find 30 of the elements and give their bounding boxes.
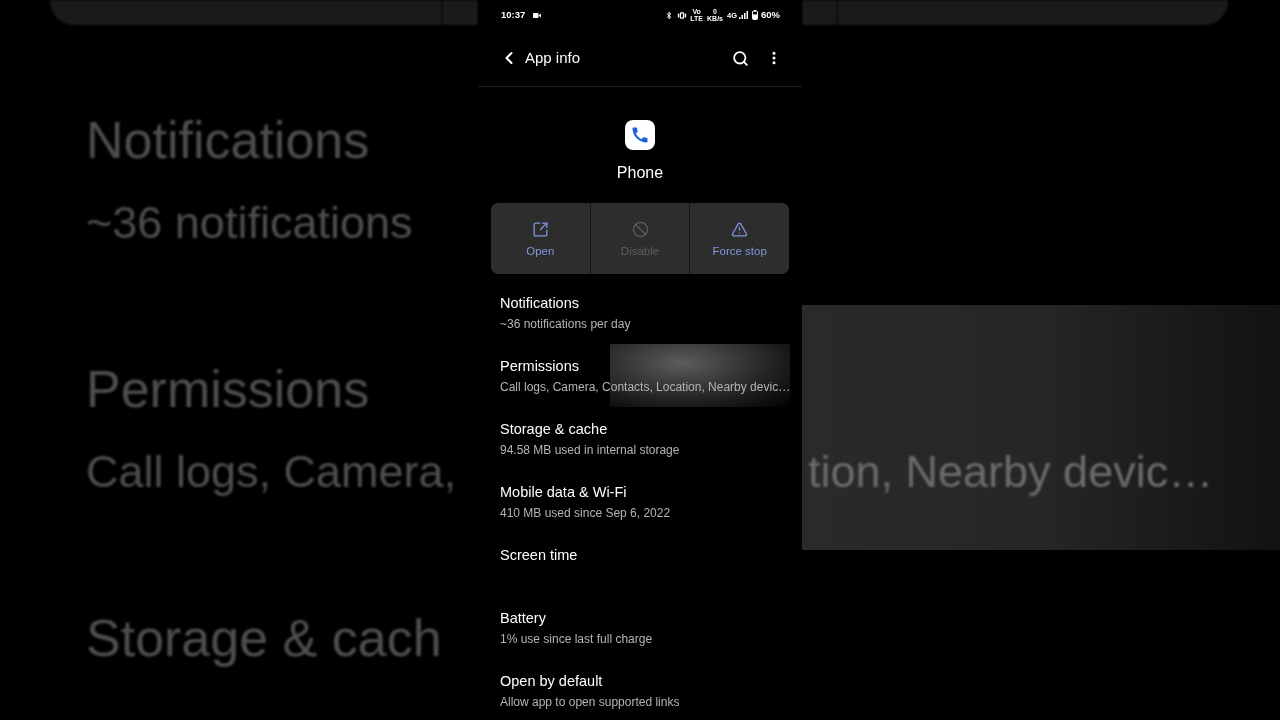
- action-button[interactable]: Force stop: [689, 203, 789, 274]
- battery-percent: 60%: [761, 9, 780, 21]
- backdrop-title: Storage & cach: [86, 608, 442, 668]
- vibrate-icon: [677, 10, 688, 20]
- battery-icon: [752, 10, 758, 20]
- app-name: Phone: [616, 163, 664, 183]
- settings-item[interactable]: Open by default Allow app to open supported links: [478, 659, 802, 710]
- ban-icon: [631, 221, 649, 238]
- status-time: 10:37: [501, 9, 526, 21]
- settings-item[interactable]: Storage & cache 94.58 MB used in internal storage: [478, 407, 802, 470]
- backdrop-subtitle: ~36 notifications: [86, 196, 413, 250]
- signal-icon: [739, 11, 748, 19]
- action-button[interactable]: Open: [491, 203, 590, 274]
- bluetooth-icon: [665, 10, 674, 20]
- backdrop-subtitle: tion, Nearby devic…: [808, 445, 1215, 499]
- settings-item[interactable]: Screen time: [478, 533, 802, 596]
- settings-item[interactable]: Permissions Call logs, Camera, Contacts, Location, Nearby devic…: [478, 344, 802, 407]
- settings-item[interactable]: Notifications ~36 notifications per day: [478, 281, 802, 344]
- page-title: App info: [525, 48, 581, 68]
- warning-icon: [731, 221, 749, 238]
- external-link-icon: [531, 221, 549, 238]
- search-icon: [732, 49, 749, 67]
- backdrop-title: Notifications: [86, 110, 370, 170]
- search-button[interactable]: [732, 49, 749, 67]
- video-camera-icon: [533, 12, 542, 18]
- backdrop-title: Permissions: [86, 359, 370, 419]
- settings-item[interactable]: Battery 1% use since last full charge: [478, 596, 802, 659]
- backdrop-subtitle: Call logs, Camera,: [86, 445, 457, 499]
- phone-icon: [625, 120, 655, 150]
- settings-item[interactable]: Mobile data & Wi-Fi 410 MB used since Sep 6, 2022: [478, 470, 802, 533]
